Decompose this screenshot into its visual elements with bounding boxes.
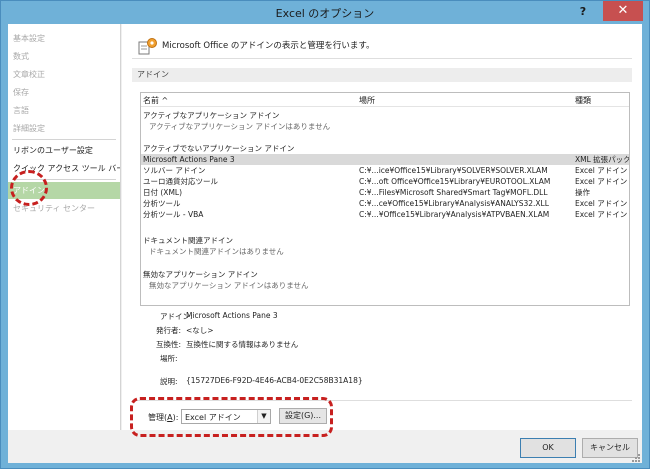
gear-addin-icon (138, 38, 157, 55)
sidebar-item-customize-ribbon[interactable]: リボンのユーザー設定 (8, 142, 120, 159)
table-row[interactable]: ソルバー アドイン C:¥...ice¥Office15¥Library¥SOL… (141, 165, 629, 176)
detail-publisher-label: 発行者: (156, 326, 182, 335)
group-empty-document: ドキュメント関連アドインはありません (149, 247, 284, 256)
detail-description-value: {15727DE6-F92D-4E46-ACB4-0E2C58B31A18} (186, 376, 363, 385)
group-title-document: ドキュメント関連アドイン (143, 236, 233, 245)
group-title-disabled: 無効なアプリケーション アドイン (143, 270, 258, 279)
row-location: C:¥...ce¥Office15¥Library¥Analysis¥ANALY… (359, 199, 549, 208)
row-type: Excel アドイン (575, 166, 628, 175)
row-type: Excel アドイン (575, 177, 628, 186)
row-location: C:¥...Files¥Microsoft Shared¥Smart Tag¥M… (359, 188, 548, 197)
row-location: C:¥...oft Office¥Office15¥Library¥EUROTO… (359, 177, 551, 186)
row-name: ソルバー アドイン (143, 166, 206, 175)
manage-go-button[interactable]: 設定(G)... (279, 408, 327, 424)
cancel-button[interactable]: キャンセル (582, 438, 638, 458)
manage-dropdown[interactable]: Excel アドイン ▼ (181, 409, 271, 424)
main-panel: Microsoft Office のアドインの表示と管理を行います。 アドイン … (122, 24, 642, 430)
section-header-addins: アドイン (132, 68, 632, 82)
column-header-name[interactable]: 名前 ^ (143, 95, 168, 106)
table-row[interactable]: 分析ツール - VBA C:¥...¥Office15¥Library¥Anal… (141, 209, 629, 220)
column-header-type[interactable]: 種類 (575, 95, 591, 106)
manage-divider (132, 400, 632, 401)
detail-compat-value: 互換性に関する情報はありません (186, 340, 299, 349)
sidebar-item-trust-center[interactable]: セキュリティ センター (8, 200, 120, 217)
row-name: 分析ツール - VBA (143, 210, 204, 219)
close-button[interactable]: ✕ (603, 1, 643, 21)
group-empty-active: アクティブなアプリケーション アドインはありません (149, 122, 331, 131)
sidebar-item-formulas[interactable]: 数式 (8, 48, 120, 65)
header-divider (132, 58, 632, 59)
row-name: ユーロ通貨対応ツール (143, 177, 218, 186)
sidebar-item-quick-access-toolbar[interactable]: クイック アクセス ツール バー (8, 160, 120, 177)
help-button[interactable]: ? (573, 3, 593, 21)
manage-label-pre: 管理( (148, 413, 168, 422)
sidebar-item-general[interactable]: 基本設定 (8, 30, 120, 47)
detail-location-label: 場所: (160, 354, 178, 363)
addin-list[interactable]: 名前 ^ 場所 種類 アクティブなアプリケーション アドイン アクティブなアプリ… (140, 92, 630, 306)
table-row[interactable]: ユーロ通貨対応ツール C:¥...oft Office¥Office15¥Lib… (141, 176, 629, 187)
manage-label: 管理(A): (148, 412, 178, 423)
group-empty-disabled: 無効なアプリケーション アドインはありません (149, 281, 309, 290)
column-header-location[interactable]: 場所 (359, 95, 375, 106)
row-location: C:¥...ice¥Office15¥Library¥SOLVER¥SOLVER… (359, 166, 548, 175)
sidebar-item-advanced[interactable]: 詳細設定 (8, 120, 120, 137)
ok-button[interactable]: OK (520, 438, 576, 458)
row-name: Microsoft Actions Pane 3 (143, 155, 235, 164)
manage-label-post: ): (172, 413, 179, 422)
detail-compat-label: 互換性: (156, 340, 182, 349)
detail-addin-value: Microsoft Actions Pane 3 (186, 311, 278, 320)
row-type: Excel アドイン (575, 210, 628, 219)
window-title: Excel のオプション (275, 7, 375, 20)
group-title-active: アクティブなアプリケーション アドイン (143, 111, 280, 120)
sidebar-item-addins[interactable]: アドイン (8, 182, 120, 199)
sidebar-item-language[interactable]: 言語 (8, 102, 120, 119)
table-row[interactable]: Microsoft Actions Pane 3 XML 拡張パック (141, 154, 629, 165)
sidebar-item-proofing[interactable]: 文章校正 (8, 66, 120, 83)
options-dialog: Excel のオプション ? ✕ 基本設定 数式 文章校正 保存 言語 詳細設定… (0, 0, 650, 469)
sidebar-divider (12, 139, 116, 140)
row-location: C:¥...¥Office15¥Library¥Analysis¥ATPVBAE… (359, 210, 550, 219)
dialog-body: 基本設定 数式 文章校正 保存 言語 詳細設定 リボンのユーザー設定 クイック … (8, 24, 642, 463)
row-type: XML 拡張パック (575, 155, 630, 164)
page-heading: Microsoft Office のアドインの表示と管理を行います。 (162, 41, 375, 51)
manage-dropdown-value: Excel アドイン (185, 413, 241, 422)
sidebar-item-save[interactable]: 保存 (8, 84, 120, 101)
row-type: Excel アドイン (575, 199, 628, 208)
detail-description-label: 説明: (160, 377, 178, 386)
group-title-inactive: アクティブでないアプリケーション アドイン (143, 144, 295, 153)
sidebar: 基本設定 数式 文章校正 保存 言語 詳細設定 リボンのユーザー設定 クイック … (8, 24, 121, 430)
row-name: 日付 (XML) (143, 188, 183, 197)
header-divider (141, 106, 629, 107)
table-row[interactable]: 日付 (XML) C:¥...Files¥Microsoft Shared¥Sm… (141, 187, 629, 198)
row-name: 分析ツール (143, 199, 181, 208)
resize-grip-icon[interactable] (632, 454, 640, 462)
sidebar-divider (12, 179, 116, 180)
detail-publisher-value: <なし> (186, 326, 214, 335)
title-bar: Excel のオプション ? ✕ (1, 1, 649, 23)
chevron-down-icon[interactable]: ▼ (257, 410, 270, 423)
table-row[interactable]: 分析ツール C:¥...ce¥Office15¥Library¥Analysis… (141, 198, 629, 209)
row-type: 操作 (575, 188, 590, 197)
